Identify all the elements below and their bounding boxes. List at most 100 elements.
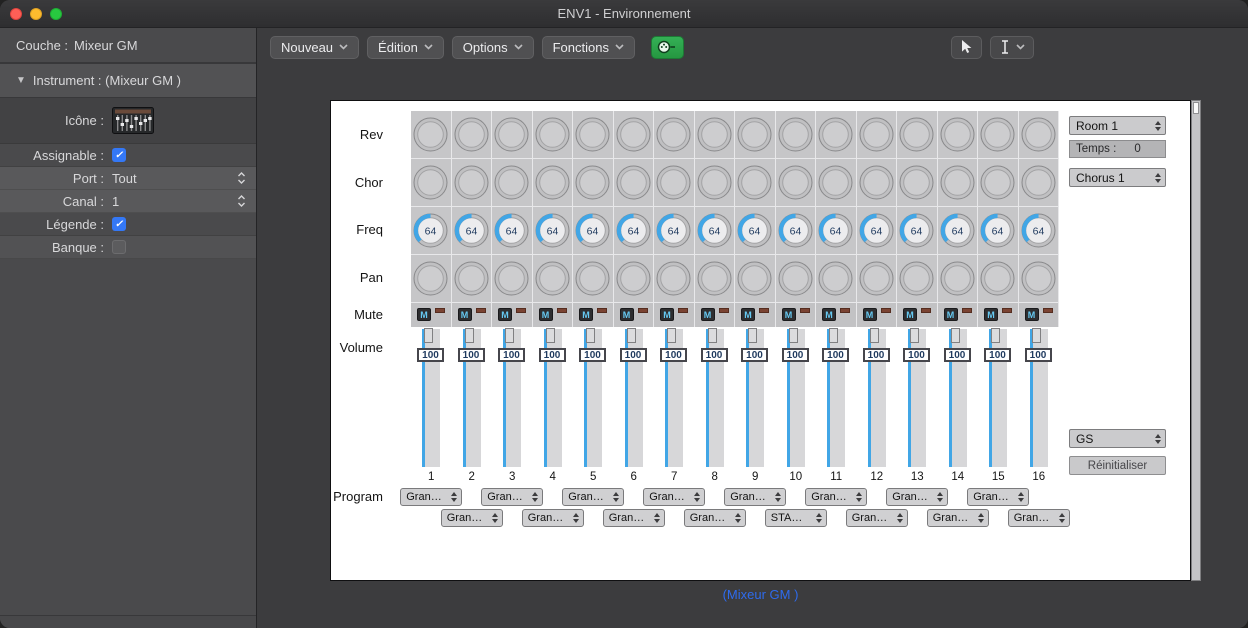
freq-knob[interactable]: 64 [654, 207, 695, 255]
pan-knob[interactable] [533, 255, 574, 303]
chorus-knob[interactable] [452, 159, 493, 207]
pan-knob[interactable] [452, 255, 493, 303]
rev-knob[interactable] [1019, 111, 1060, 159]
rev-knob[interactable] [411, 111, 452, 159]
freq-knob[interactable]: 64 [897, 207, 938, 255]
pan-knob[interactable] [492, 255, 533, 303]
mute-button[interactable]: M [1019, 303, 1060, 327]
freq-knob[interactable]: 64 [695, 207, 736, 255]
volume-fader[interactable]: 100 [654, 327, 695, 471]
freq-knob[interactable]: 64 [776, 207, 817, 255]
rev-knob[interactable] [978, 111, 1019, 159]
freq-knob[interactable]: 64 [533, 207, 574, 255]
pan-knob[interactable] [735, 255, 776, 303]
scrollbar-thumb[interactable] [1193, 102, 1199, 114]
pointer-tool-button[interactable] [951, 36, 982, 59]
scrollbar[interactable] [1191, 100, 1201, 581]
fader-handle[interactable] [910, 328, 919, 343]
chorus-knob[interactable] [938, 159, 979, 207]
chorus-knob[interactable] [411, 159, 452, 207]
volume-fader[interactable]: 100 [978, 327, 1019, 471]
stepper-icon[interactable] [237, 194, 246, 208]
volume-fader[interactable]: 100 [735, 327, 776, 471]
menu-nouveau[interactable]: Nouveau [270, 36, 359, 59]
fader-handle[interactable] [951, 328, 960, 343]
fader-handle[interactable] [708, 328, 717, 343]
pan-knob[interactable] [411, 255, 452, 303]
volume-fader[interactable]: 100 [897, 327, 938, 471]
mute-button[interactable]: M [897, 303, 938, 327]
fader-handle[interactable] [546, 328, 555, 343]
mute-button[interactable]: M [411, 303, 452, 327]
fader-handle[interactable] [424, 328, 433, 343]
chorus-knob[interactable] [816, 159, 857, 207]
freq-knob[interactable]: 64 [735, 207, 776, 255]
program-select-ch6[interactable]: Gran… [603, 509, 665, 527]
program-select-ch14[interactable]: Gran… [927, 509, 989, 527]
program-select-ch2[interactable]: Gran… [441, 509, 503, 527]
mode-select[interactable]: GS [1069, 429, 1166, 448]
freq-knob[interactable]: 64 [1019, 207, 1060, 255]
fader-handle[interactable] [627, 328, 636, 343]
pan-knob[interactable] [695, 255, 736, 303]
chorus-knob[interactable] [978, 159, 1019, 207]
reset-button[interactable]: Réinitialiser [1069, 456, 1166, 475]
program-select-ch16[interactable]: Gran… [1008, 509, 1070, 527]
menu-options[interactable]: Options [452, 36, 534, 59]
rev-knob[interactable] [533, 111, 574, 159]
rev-knob[interactable] [816, 111, 857, 159]
fader-handle[interactable] [748, 328, 757, 343]
volume-fader[interactable]: 100 [452, 327, 493, 471]
volume-fader[interactable]: 100 [614, 327, 655, 471]
volume-fader[interactable]: 100 [533, 327, 574, 471]
freq-knob[interactable]: 64 [938, 207, 979, 255]
program-select-ch8[interactable]: Gran… [684, 509, 746, 527]
chorus-knob[interactable] [897, 159, 938, 207]
volume-fader[interactable]: 100 [492, 327, 533, 471]
mute-button[interactable]: M [533, 303, 574, 327]
titlebar[interactable]: ENV1 - Environnement [0, 0, 1248, 28]
program-select-ch10[interactable]: STA… [765, 509, 827, 527]
volume-fader[interactable]: 100 [776, 327, 817, 471]
mute-button[interactable]: M [735, 303, 776, 327]
fader-handle[interactable] [586, 328, 595, 343]
chorus-knob[interactable] [857, 159, 898, 207]
program-select-ch12[interactable]: Gran… [846, 509, 908, 527]
freq-knob[interactable]: 64 [857, 207, 898, 255]
port-row[interactable]: Port : Tout [0, 167, 256, 190]
rev-knob[interactable] [654, 111, 695, 159]
pan-knob[interactable] [1019, 255, 1060, 303]
program-select-ch13[interactable]: Gran… [886, 488, 948, 506]
mute-button[interactable]: M [857, 303, 898, 327]
reverb-type-select[interactable]: Room 1 [1069, 116, 1166, 135]
freq-knob[interactable]: 64 [816, 207, 857, 255]
freq-knob[interactable]: 64 [492, 207, 533, 255]
pan-knob[interactable] [816, 255, 857, 303]
fader-handle[interactable] [829, 328, 838, 343]
freq-knob[interactable]: 64 [573, 207, 614, 255]
midi-cable-button[interactable] [651, 36, 684, 59]
rev-knob[interactable] [938, 111, 979, 159]
rev-knob[interactable] [452, 111, 493, 159]
volume-fader[interactable]: 100 [573, 327, 614, 471]
fader-handle[interactable] [991, 328, 1000, 343]
layer-row[interactable]: Couche : Mixeur GM [0, 28, 256, 64]
menu-fonctions[interactable]: Fonctions [542, 36, 635, 59]
chorus-knob[interactable] [1019, 159, 1060, 207]
fader-handle[interactable] [1032, 328, 1041, 343]
freq-knob[interactable]: 64 [452, 207, 493, 255]
fader-handle[interactable] [789, 328, 798, 343]
rev-knob[interactable] [492, 111, 533, 159]
volume-fader[interactable]: 100 [695, 327, 736, 471]
program-select-ch3[interactable]: Gran… [481, 488, 543, 506]
program-select-ch5[interactable]: Gran… [562, 488, 624, 506]
chorus-type-select[interactable]: Chorus 1 [1069, 168, 1166, 187]
freq-knob[interactable]: 64 [978, 207, 1019, 255]
pan-knob[interactable] [897, 255, 938, 303]
chorus-knob[interactable] [695, 159, 736, 207]
chorus-knob[interactable] [614, 159, 655, 207]
volume-fader[interactable]: 100 [857, 327, 898, 471]
program-select-ch4[interactable]: Gran… [522, 509, 584, 527]
rev-knob[interactable] [776, 111, 817, 159]
mute-button[interactable]: M [776, 303, 817, 327]
